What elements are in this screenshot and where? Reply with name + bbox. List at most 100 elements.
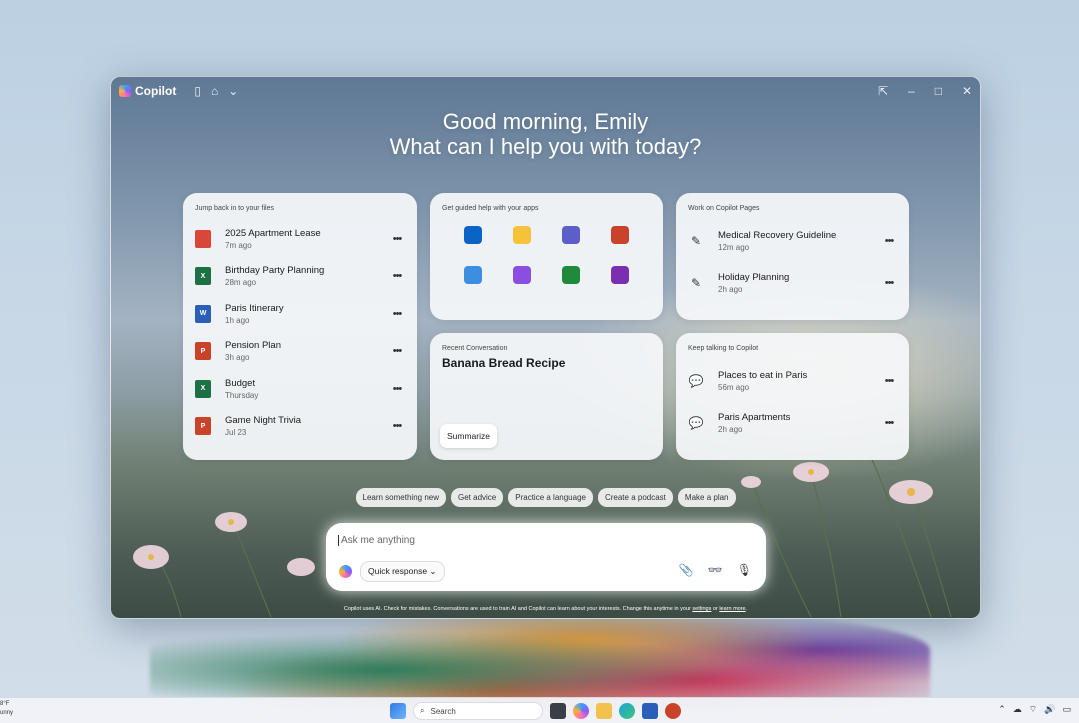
disclaimer-or: or (712, 606, 718, 612)
start-icon[interactable] (390, 703, 406, 719)
minimize-button[interactable]: – (908, 84, 915, 98)
chevron-up-icon[interactable]: ⌃ (998, 704, 1006, 715)
file-time: 28m ago (225, 278, 257, 288)
weather-desc: unny (0, 710, 14, 716)
sidebar-toggle-icon[interactable]: ▯ (194, 84, 201, 98)
suggestion-chip[interactable]: Make a plan (677, 488, 736, 507)
task-view-icon[interactable] (550, 703, 566, 719)
learn-more-link[interactable]: learn more (719, 606, 745, 612)
page-name: Medical Recovery Guideline (718, 230, 837, 241)
conversation-time: 56m ago (718, 383, 750, 392)
suggestion-chip[interactable]: Practice a language (508, 488, 593, 507)
more-options-icon[interactable]: ••• (881, 235, 897, 247)
word-file-icon: W (195, 304, 211, 323)
edge-icon[interactable] (619, 703, 635, 719)
file-item[interactable]: 2025 Apartment Lease 7m ago ••• (195, 220, 405, 258)
more-options-icon[interactable]: ••• (881, 277, 897, 289)
suggestion-chip[interactable]: Get advice (451, 488, 504, 507)
outlook-icon[interactable] (463, 226, 482, 244)
powerpoint-taskbar-icon[interactable] (665, 703, 681, 719)
mode-label: Quick response (368, 566, 428, 576)
photos-icon[interactable] (463, 266, 482, 284)
conversation-item[interactable]: 💬 Paris Apartments 2h ago ••• (688, 402, 897, 444)
file-name: Game Night Trivia (225, 415, 302, 427)
file-item[interactable]: P Pension Plan 3h ago ••• (195, 333, 405, 371)
more-options-icon[interactable]: ••• (389, 308, 405, 320)
more-options-icon[interactable]: ••• (389, 420, 405, 432)
pen-icon: ✎ (690, 276, 702, 290)
file-item[interactable]: W Paris Itinerary 1h ago ••• (195, 295, 405, 333)
teams-icon[interactable] (562, 226, 581, 244)
page-item[interactable]: ✎ Holiday Planning 2h ago ••• (688, 262, 897, 304)
search-icon: ⌕ (420, 706, 425, 715)
powerpoint-file-icon: P (195, 342, 211, 361)
greeting-line-2: What can I help you with today? (389, 134, 702, 159)
suggestion-chip[interactable]: Learn something new (355, 488, 446, 507)
brand-name: Copilot (135, 84, 177, 98)
close-button[interactable]: ✕ (962, 84, 972, 98)
more-options-icon[interactable]: ••• (881, 417, 897, 429)
conversation-name: Places to eat in Paris (718, 370, 808, 381)
settings-link[interactable]: settings (692, 606, 711, 612)
more-options-icon[interactable]: ••• (389, 345, 405, 357)
summarize-button[interactable]: Summarize (440, 424, 497, 448)
excel-file-icon: X (195, 267, 211, 286)
xbox-icon[interactable] (562, 266, 581, 284)
suggestion-chips: Learn something new Get advice Practice a … (111, 488, 980, 507)
page-time: 2h ago (718, 285, 743, 294)
file-name: Paris Itinerary (225, 302, 284, 314)
copilot-logo-icon (339, 565, 352, 578)
search-label: Search (430, 706, 456, 716)
microphone-icon[interactable]: 🎙 (737, 563, 752, 577)
recent-conversation-card[interactable]: Recent Conversation Banana Bread Recipe … (430, 333, 663, 460)
pen-icon: ✎ (690, 234, 702, 248)
clipchamp-icon[interactable] (512, 266, 531, 284)
composer: Quick response ⌄ 📎 👓 🎙 (326, 523, 766, 591)
weather-temp: 8°F (0, 701, 10, 707)
file-name: Budget (225, 377, 256, 389)
copilot-brand: Copilot (119, 84, 176, 98)
sticky-notes-icon[interactable] (512, 226, 531, 244)
chevron-down-icon[interactable]: ⌄ (228, 84, 238, 98)
volume-icon[interactable]: 🔊 (1044, 704, 1055, 715)
vision-icon[interactable]: 👓 (708, 563, 723, 577)
maximize-button[interactable]: □ (935, 84, 942, 98)
compact-mode-icon[interactable]: ⇱ (878, 84, 888, 98)
powerpoint-icon[interactable] (611, 226, 630, 244)
mode-selector[interactable]: Quick response ⌄ (360, 561, 445, 582)
suggestion-chip[interactable]: Create a podcast (597, 488, 673, 507)
weather-widget[interactable]: 8°F unny (0, 700, 13, 718)
file-item[interactable]: P Game Night Trivia Jul 23 ••• (195, 408, 405, 446)
conversation-item[interactable]: 💬 Places to eat in Paris 56m ago ••• (688, 360, 897, 402)
files-card-heading: Jump back in to your files (195, 205, 274, 212)
more-options-icon[interactable]: ••• (389, 270, 405, 282)
page-name: Holiday Planning (718, 272, 790, 283)
file-time: 7m ago (225, 240, 252, 250)
taskbar-search[interactable]: ⌕ Search (413, 702, 543, 720)
copilot-taskbar-icon[interactable] (573, 703, 589, 719)
more-options-icon[interactable]: ••• (881, 375, 897, 387)
disclaimer: Copilot uses AI. Check for mistakes. Con… (343, 606, 748, 612)
more-options-icon[interactable]: ••• (389, 233, 405, 245)
wifi-icon[interactable]: ⌔ (1029, 704, 1037, 715)
page-item[interactable]: ✎ Medical Recovery Guideline 12m ago ••• (688, 220, 897, 262)
file-item[interactable]: X Birthday Party Planning 28m ago ••• (195, 258, 405, 296)
onenote-icon[interactable] (611, 266, 630, 284)
file-item[interactable]: X Budget Thursday ••• (195, 370, 405, 408)
pages-card: Work on Copilot Pages ✎ Medical Recovery… (676, 193, 909, 320)
attach-icon[interactable]: 📎 (679, 563, 694, 577)
apps-card-heading: Get guided help with your apps (442, 205, 539, 212)
file-explorer-icon[interactable] (596, 703, 612, 719)
wallpaper-bloom (150, 610, 930, 710)
home-icon[interactable]: ⌂ (211, 84, 218, 98)
excel-file-icon: X (195, 379, 211, 398)
onedrive-icon[interactable]: ☁ (1013, 704, 1022, 715)
greeting: Good morning, Emily What can I help you … (111, 109, 980, 159)
ask-input[interactable] (338, 535, 718, 546)
file-time: 1h ago (225, 315, 250, 325)
more-options-icon[interactable]: ••• (389, 383, 405, 395)
battery-icon[interactable]: ▭ (1062, 704, 1071, 715)
files-card: Jump back in to your files 2025 Apartmen… (183, 193, 417, 460)
word-taskbar-icon[interactable] (642, 703, 658, 719)
system-tray: ⌃ ☁ ⌔ 🔊 ▭ (998, 704, 1071, 715)
